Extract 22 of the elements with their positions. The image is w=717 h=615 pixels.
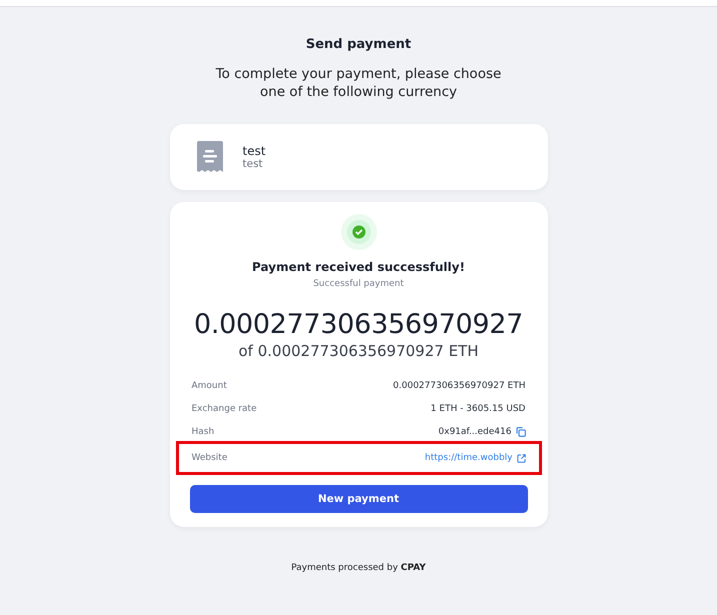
new-payment-button[interactable]: New payment (190, 485, 528, 513)
detail-label: Amount (192, 380, 227, 390)
hash-value: 0x91af...ede416 (438, 426, 512, 436)
receipt-icon (196, 141, 222, 173)
instruction-text: To complete your payment, please choose one of the following currency (214, 65, 502, 101)
page-title: Send payment (304, 37, 412, 52)
copy-icon[interactable] (516, 426, 526, 436)
total-amount: of 0.000277306356970927 ETH (238, 342, 478, 360)
detail-label: Hash (192, 426, 214, 436)
invoice-name: test (242, 144, 266, 158)
invoice-description: test (242, 158, 264, 170)
paid-amount: 0.000277306356970927 (194, 309, 523, 340)
website-link[interactable]: https://time.wobbly (424, 453, 512, 463)
detail-label: Website (192, 453, 228, 463)
detail-value: 0.000277306356970927 ETH (393, 380, 526, 390)
success-check-icon (340, 214, 376, 250)
detail-value: 1 ETH - 3605.15 USD (430, 404, 526, 414)
external-link-icon[interactable] (516, 454, 526, 462)
status-caption: Successful payment (313, 279, 404, 289)
detail-label: Exchange rate (192, 404, 257, 414)
status-heading: Payment received successfully! (252, 260, 465, 274)
footer-text: Payments processed by CPAY (290, 563, 427, 573)
